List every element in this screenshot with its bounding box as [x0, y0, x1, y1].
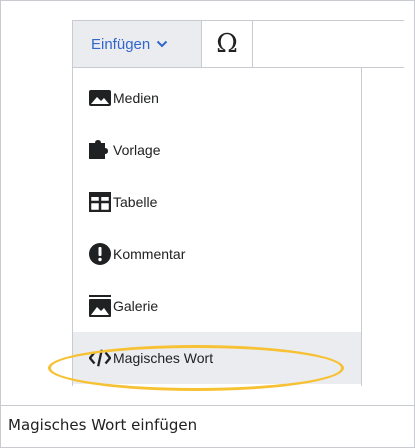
omega-icon: Ω	[216, 29, 238, 59]
chevron-down-icon	[157, 40, 168, 48]
menu-item-label: Vorlage	[113, 142, 161, 158]
toolbar-separator	[252, 21, 253, 67]
caption-divider	[0, 405, 415, 406]
image-icon	[89, 87, 111, 109]
menu-item-media[interactable]: Medien	[73, 72, 361, 124]
menu-item-label: Magisches Wort	[113, 350, 214, 366]
menu-item-label: Tabelle	[113, 194, 158, 210]
code-icon	[89, 347, 111, 369]
puzzle-icon	[89, 139, 111, 161]
insert-dropdown-menu: Medien Vorlage Tabelle Kommentar Galerie…	[72, 68, 362, 386]
table-icon	[89, 191, 111, 213]
menu-item-label: Medien	[113, 90, 159, 106]
gallery-icon	[89, 295, 111, 317]
special-characters-button[interactable]: Ω	[202, 21, 252, 67]
menu-item-template[interactable]: Vorlage	[73, 124, 361, 176]
menu-item-label: Kommentar	[113, 246, 186, 262]
menu-item-gallery[interactable]: Galerie	[73, 280, 361, 332]
figure-caption: Magisches Wort einfügen	[8, 416, 198, 434]
exclamation-icon	[89, 243, 111, 265]
insert-menu-label: Einfügen	[91, 35, 151, 53]
menu-item-comment[interactable]: Kommentar	[73, 228, 361, 280]
insert-menu-button[interactable]: Einfügen	[73, 21, 201, 67]
menu-item-magic-word[interactable]: Magisches Wort	[73, 332, 361, 384]
menu-item-table[interactable]: Tabelle	[73, 176, 361, 228]
menu-item-label: Galerie	[113, 298, 159, 314]
